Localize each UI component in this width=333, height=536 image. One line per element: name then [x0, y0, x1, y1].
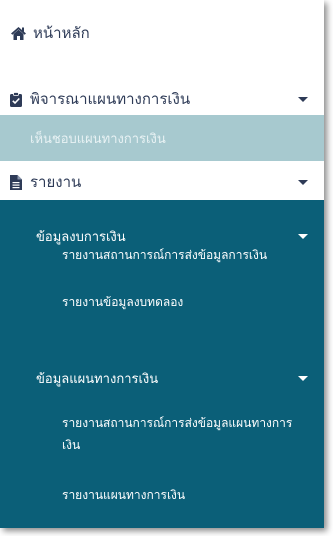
menu-item-home[interactable]: หน้าหลัก: [0, 18, 324, 48]
submenu-item-label: รายงานข้อมูลงบทดลอง: [62, 294, 184, 309]
submenu-item-approve-plan[interactable]: เห็นชอบแผนทางการเงิน: [0, 115, 324, 161]
submenu-item-label: รายงานสถานการณ์การส่งข้อมูลการเงิน: [62, 247, 268, 262]
menu-item-report[interactable]: รายงาน: [0, 164, 324, 200]
menu-item-label: รายงาน: [30, 173, 82, 191]
submenu-item-report-plan-data-status[interactable]: รายงานสถานการณ์การส่งข้อมูลแผนทางการเงิน: [0, 412, 324, 460]
chevron-down-icon[interactable]: [298, 179, 308, 185]
submenu-item-report-trial-balance[interactable]: รายงานข้อมูลงบทดลอง: [0, 289, 324, 315]
submenu-item-report-financial-plan[interactable]: รายงานแผนทางการเงิน: [0, 482, 324, 508]
home-icon: [11, 26, 26, 40]
submenu-item-report-financial-data-status[interactable]: รายงานสถานการณ์การส่งข้อมูลการเงิน: [0, 242, 324, 268]
file-icon: [10, 174, 22, 190]
chevron-down-icon[interactable]: [298, 96, 308, 102]
submenu-item-label: รายงานแผนทางการเงิน: [62, 487, 186, 502]
menu-item-label: หน้าหลัก: [33, 24, 90, 42]
sidebar-menu: หน้าหลัก พิจารณาแผนทางการเงิน เห็นชอบแผน…: [0, 0, 324, 528]
menu-item-plan-consideration[interactable]: พิจารณาแผนทางการเงิน: [0, 84, 324, 114]
submenu-item-label: รายงานสถานการณ์การส่งข้อมูลแผนทางการเงิน: [62, 416, 293, 452]
clipboard-check-icon: [10, 91, 22, 107]
submenu-group-financial-plan[interactable]: ข้อมูลแผนทางการเงิน: [0, 366, 324, 390]
submenu-group-label: ข้อมูลแผนทางการเงิน: [36, 371, 159, 387]
menu-item-label: พิจารณาแผนทางการเงิน: [30, 90, 191, 108]
chevron-down-icon[interactable]: [298, 375, 308, 381]
chevron-down-icon[interactable]: [298, 233, 308, 239]
submenu-item-label: เห็นชอบแผนทางการเงิน: [30, 131, 166, 147]
